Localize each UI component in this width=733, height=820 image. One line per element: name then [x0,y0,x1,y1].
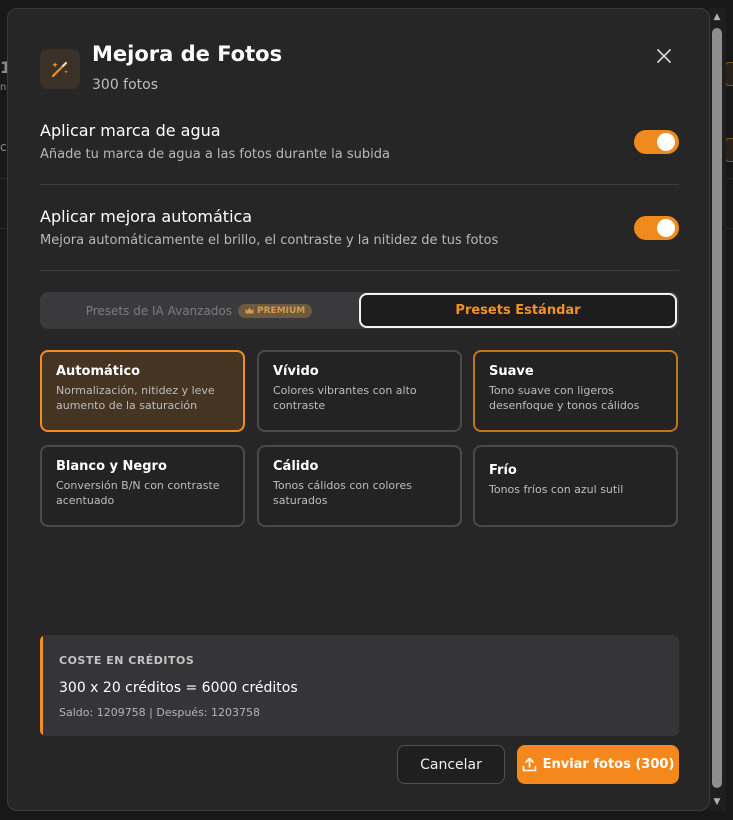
cost-label: COSTE EN CRÉDITOS [59,654,195,667]
upload-icon [522,757,536,772]
magic-wand-icon [40,49,80,89]
preset-title: Cálido [273,459,319,474]
preset-description: Tonos cálidos con colores saturados [273,479,412,507]
auto-enhance-toggle[interactable] [634,216,679,240]
scrollbar-thumb[interactable] [712,28,722,788]
preset-description: Normalización, nitidez y leve aumento de… [56,384,215,412]
preset-card-frio[interactable]: Frío Tonos fríos con azul sutil [473,445,678,527]
auto-enhance-option-title: Aplicar mejora automática [40,207,253,226]
watermark-toggle[interactable] [634,130,679,154]
background-fragment: n [0,82,7,93]
preset-description: Tonos fríos con azul sutil [489,483,624,496]
send-photos-button[interactable]: Enviar fotos (300) [517,745,679,784]
preset-card-suave[interactable]: Suave Tono suave con ligeros desenfoque … [473,350,678,432]
preset-card-automatico[interactable]: Automático Normalización, nitidez y leve… [40,350,245,432]
scroll-up-arrow-icon[interactable]: ▲ [712,13,722,22]
preset-description: Conversión B/N con contraste acentuado [56,479,220,507]
divider [40,270,679,271]
divider [40,184,679,185]
cancel-button[interactable]: Cancelar [397,745,505,784]
background-fragment: c [0,140,7,154]
credits-balance: Saldo: 1209758 | Después: 1203758 [59,706,260,719]
send-photos-label: Enviar fotos (300) [542,757,675,772]
accent-bar [40,635,43,736]
toggle-knob [657,133,675,151]
credits-cost-panel: COSTE EN CRÉDITOS 300 x 20 créditos = 60… [40,635,679,736]
preset-card-blanco-y-negro[interactable]: Blanco y Negro Conversión B/N con contra… [40,445,245,527]
preset-title: Blanco y Negro [56,459,167,474]
preset-title: Suave [489,364,534,379]
tab-ai-presets[interactable]: Presets de IA Avanzados PREMIUM [40,292,358,329]
preset-title: Vívido [273,364,319,379]
background-chip [725,138,733,162]
preset-card-vivido[interactable]: Vívido Colores vibrantes con alto contra… [257,350,462,432]
crown-icon [245,307,254,314]
watermark-option-title: Aplicar marca de agua [40,121,221,140]
watermark-option-description: Añade tu marca de agua a las fotos duran… [40,147,390,162]
close-icon[interactable] [653,45,675,67]
preset-description: Tono suave con ligeros desenfoque y tono… [489,384,640,412]
background-chip [725,62,733,86]
toggle-knob [657,219,675,237]
tab-ai-presets-label: Presets de IA Avanzados [85,303,233,318]
preset-type-tabs: Presets de IA Avanzados PREMIUM Presets … [40,292,679,329]
scroll-down-arrow-icon[interactable]: ▼ [712,798,722,807]
preset-description: Colores vibrantes con alto contraste [273,384,417,412]
photo-enhancement-dialog: Mejora de Fotos 300 fotos Aplicar marca … [7,8,710,811]
dialog-subtitle: 300 fotos [92,77,159,93]
preset-card-calido[interactable]: Cálido Tonos cálidos con colores saturad… [257,445,462,527]
premium-badge-label: PREMIUM [257,305,306,316]
cost-calculation: 300 x 20 créditos = 6000 créditos [59,680,298,696]
tab-standard-presets[interactable]: Presets Estándar [359,293,677,328]
premium-badge: PREMIUM [238,303,313,318]
dialog-title: Mejora de Fotos [92,42,283,66]
auto-enhance-option-description: Mejora automáticamente el brillo, el con… [40,233,499,248]
preset-title: Automático [56,364,141,379]
preset-title: Frío [489,463,517,478]
